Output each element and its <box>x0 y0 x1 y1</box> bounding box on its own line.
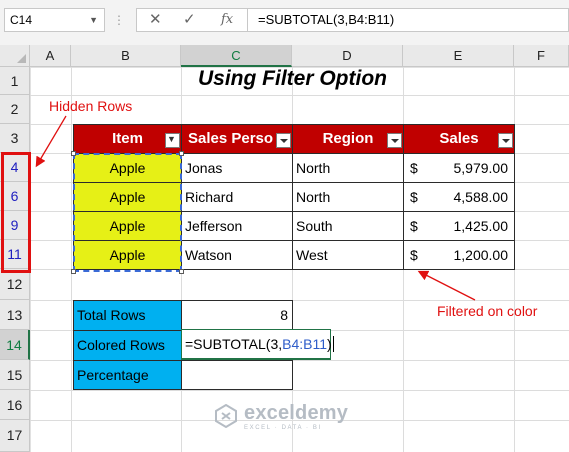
cancel-icon[interactable]: ✕ <box>149 11 162 29</box>
row-header-12[interactable]: 12 <box>0 269 30 300</box>
column-header-f[interactable]: F <box>514 45 569 67</box>
colored-rows-label[interactable]: Colored Rows <box>73 330 182 361</box>
row-header-3[interactable]: 3 <box>0 124 30 153</box>
filter-dropdown-icon[interactable] <box>387 133 402 148</box>
cell-sales[interactable]: $ 1,425.00 <box>403 211 515 241</box>
cell-item[interactable]: Apple <box>73 182 182 212</box>
header-sales[interactable]: Sales <box>403 124 515 154</box>
sales-amount: 4,588.00 <box>453 189 509 205</box>
header-item-label: Item <box>112 130 143 147</box>
sales-amount: 5,979.00 <box>453 160 509 176</box>
filter-dropdown-icon[interactable] <box>276 133 291 148</box>
chevron-down-icon[interactable]: ▼ <box>89 9 98 31</box>
name-box-value: C14 <box>10 13 33 27</box>
row-header-13[interactable]: 13 <box>0 300 30 330</box>
header-region-label: Region <box>322 130 374 147</box>
name-box[interactable]: C14 ▼ <box>4 8 105 32</box>
colored-rows-formula-cell[interactable]: =SUBTOTAL(3,B4:B11) <box>181 329 334 360</box>
cell-sales[interactable]: $ 4,588.00 <box>403 182 515 212</box>
formula-bar-resize-handle[interactable]: ⋮ <box>113 8 125 32</box>
formula-buttons: ✕ ✓ fx <box>136 8 248 32</box>
formula-range-ref: B4:B11 <box>282 336 328 352</box>
column-header-a[interactable]: A <box>30 45 71 67</box>
exceldemy-watermark: exceldemy EXCEL · DATA · BI <box>210 400 370 440</box>
row-header-1[interactable]: 1 <box>0 67 30 95</box>
percentage-value[interactable] <box>181 360 293 390</box>
cell-sales-person[interactable]: Richard <box>181 182 293 212</box>
sales-amount: 1,425.00 <box>453 218 509 234</box>
row-header-17[interactable]: 17 <box>0 420 30 452</box>
hidden-rows-annotation: Hidden Rows <box>49 98 133 114</box>
cell-region[interactable]: North <box>292 182 404 212</box>
cell-sales[interactable]: $ 5,979.00 <box>403 153 515 183</box>
hidden-rows-highlight <box>1 152 31 273</box>
currency-symbol: $ <box>410 189 418 205</box>
currency-symbol: $ <box>410 218 418 234</box>
cell-item[interactable]: Apple <box>73 153 182 183</box>
insert-function-icon[interactable]: fx <box>221 11 233 29</box>
cell-sales[interactable]: $ 1,200.00 <box>403 240 515 270</box>
filter-dropdown-icon[interactable] <box>498 133 513 148</box>
sheet-title: Using Filter Option <box>198 67 387 90</box>
filtered-on-color-annotation: Filtered on color <box>437 303 538 319</box>
enter-icon[interactable]: ✓ <box>183 11 196 29</box>
currency-symbol: $ <box>410 160 418 176</box>
formula-input[interactable]: =SUBTOTAL(3,B4:B11) <box>248 8 569 32</box>
watermark-name: exceldemy <box>244 402 349 424</box>
cell-sales-person[interactable]: Jonas <box>181 153 293 183</box>
row-header-2[interactable]: 2 <box>0 95 30 124</box>
total-rows-label[interactable]: Total Rows <box>73 300 182 331</box>
cell-sales-person[interactable]: Watson <box>181 240 293 270</box>
formula-bar: C14 ▼ ⋮ ✕ ✓ fx =SUBTOTAL(3,B4:B11) <box>0 0 569 45</box>
cell-region[interactable]: North <box>292 153 404 183</box>
row-header-15[interactable]: 15 <box>0 360 30 390</box>
cell-sales-person[interactable]: Jefferson <box>181 211 293 241</box>
exceldemy-logo-icon <box>215 404 237 428</box>
header-sales-label: Sales <box>439 130 479 147</box>
header-sales-person[interactable]: Sales Perso <box>181 124 293 154</box>
select-all-corner[interactable] <box>0 45 30 67</box>
row-header-14[interactable]: 14 <box>0 330 30 360</box>
header-sales-person-label: Sales Perso <box>188 130 274 147</box>
watermark-tagline: EXCEL · DATA · BI <box>244 425 322 431</box>
formula-suffix: ) <box>327 336 332 352</box>
cell-region[interactable]: West <box>292 240 404 270</box>
cell-item[interactable]: Apple <box>73 240 182 270</box>
cell-region[interactable]: South <box>292 211 404 241</box>
percentage-label[interactable]: Percentage <box>73 360 182 390</box>
row-header-16[interactable]: 16 <box>0 390 30 420</box>
formula-prefix: =SUBTOTAL(3, <box>185 336 283 352</box>
header-region[interactable]: Region <box>292 124 404 154</box>
header-item[interactable]: Item ▼ <box>73 124 182 154</box>
cell-item[interactable]: Apple <box>73 211 182 241</box>
filter-active-icon[interactable]: ▼ <box>165 133 180 148</box>
sales-amount: 1,200.00 <box>453 247 509 263</box>
currency-symbol: $ <box>410 247 418 263</box>
total-rows-value[interactable]: 8 <box>181 300 293 331</box>
text-cursor <box>332 336 334 352</box>
